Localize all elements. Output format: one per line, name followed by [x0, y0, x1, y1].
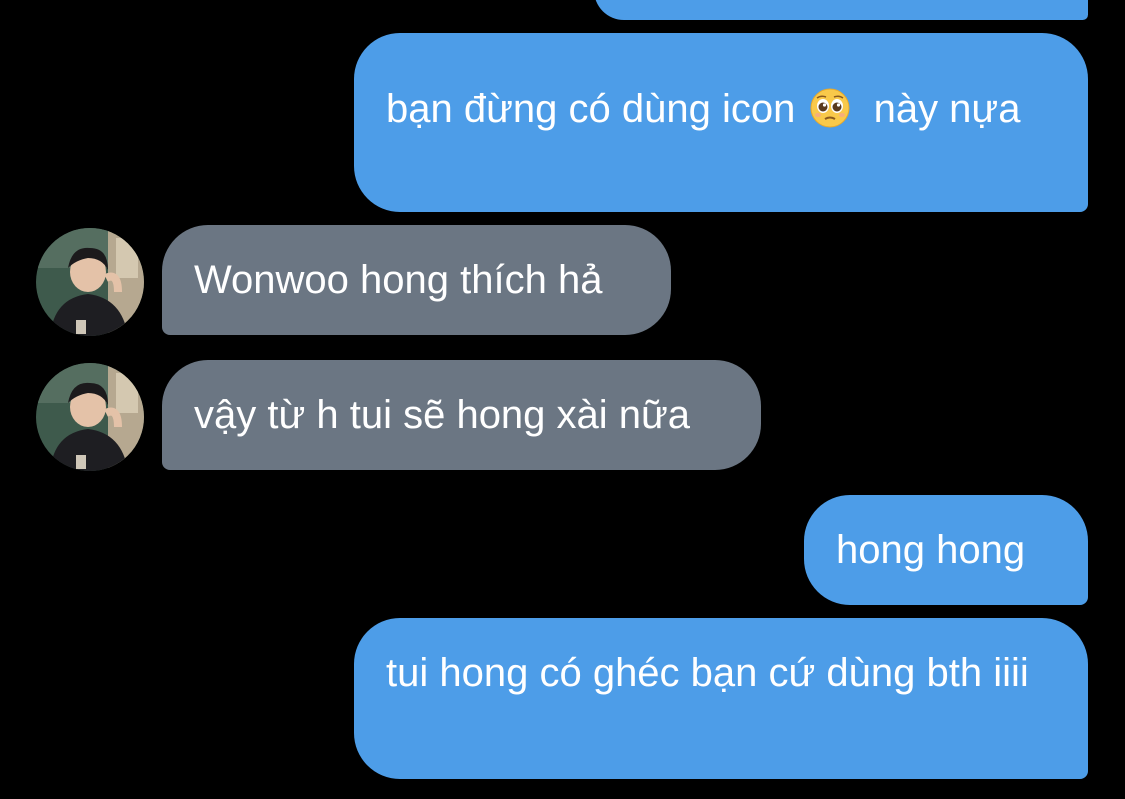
avatar-photo-icon [36, 363, 144, 471]
message-bubble-incoming[interactable]: vậy từ h tui sẽ hong xài nữa [162, 360, 761, 470]
message-text: Wonwoo hong thích hả [194, 258, 603, 302]
chat-thread: bạn đừng có dùng icon này nựa Wonwoo hon… [0, 0, 1125, 799]
contact-avatar[interactable] [36, 228, 144, 336]
message-bubble-outgoing[interactable]: bạn đừng có dùng icon này nựa [354, 33, 1088, 212]
message-text-part1: bạn đừng có dùng icon [386, 87, 796, 131]
message-text-part2: này nựa [873, 87, 1021, 131]
avatar-photo-icon [36, 228, 144, 336]
pleading-face-emoji-icon [810, 88, 850, 141]
message-bubble-outgoing-partial[interactable] [594, 0, 1088, 20]
message-text: vậy từ h tui sẽ hong xài nữa [194, 393, 691, 437]
contact-avatar[interactable] [36, 363, 144, 471]
message-bubble-outgoing[interactable]: tui hong có ghéc bạn cứ dùng bth iiii [354, 618, 1088, 779]
message-bubble-incoming[interactable]: Wonwoo hong thích hả [162, 225, 671, 335]
message-text: hong hong [836, 528, 1026, 572]
message-text: tui hong có ghéc bạn cứ dùng bth iiii [386, 651, 1029, 695]
message-bubble-outgoing[interactable]: hong hong [804, 495, 1088, 605]
